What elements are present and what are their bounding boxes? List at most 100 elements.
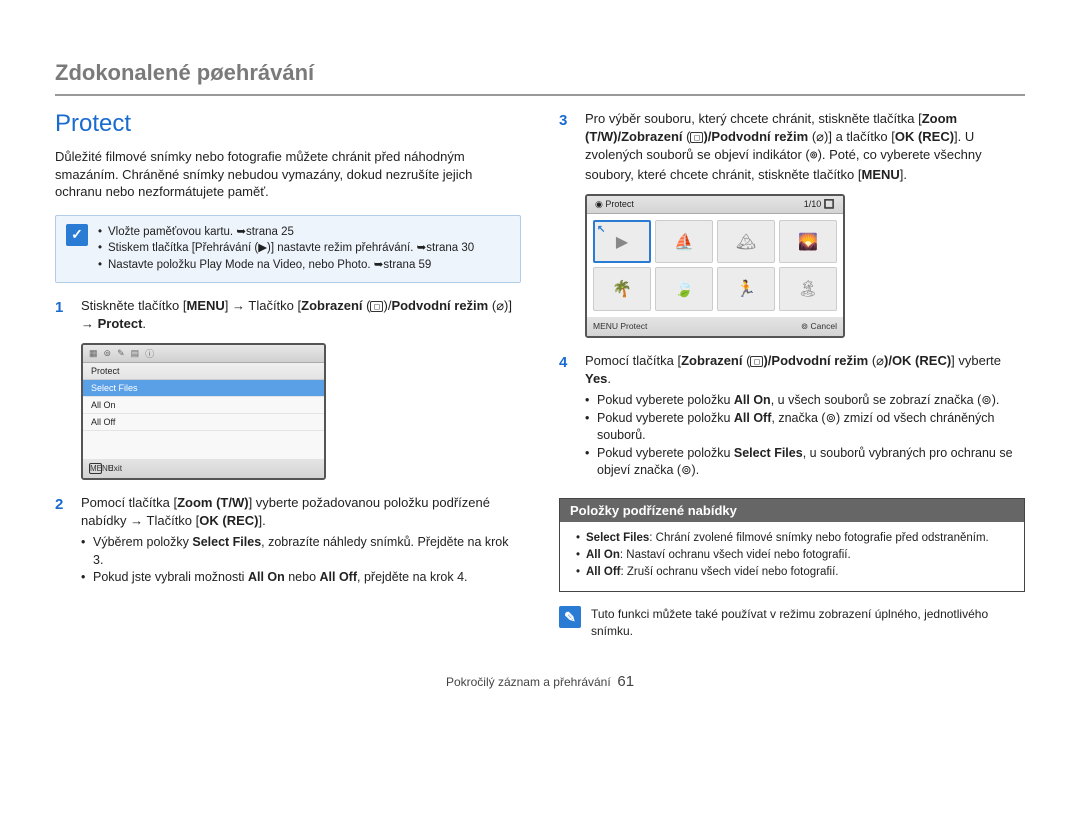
bullet: Pokud vyberete položku All Off, značka (…: [585, 410, 1025, 445]
text: ] → Tlačítko [: [225, 298, 301, 313]
text: )]: [824, 129, 832, 144]
text: .: [142, 316, 146, 331]
text: (: [363, 298, 371, 313]
callout-item: Stiskem tlačítka [Přehrávání (▶)] nastav…: [98, 240, 474, 257]
footer-text: Pokročilý záznam a přehrávání: [446, 675, 611, 689]
footer-text: Exit: [108, 463, 122, 474]
display-icon: ◻: [370, 301, 383, 312]
thumbnail[interactable]: ⛵: [655, 220, 713, 264]
tab-icon: ✎: [117, 348, 125, 359]
step-number: 3: [559, 110, 573, 184]
step-3: 3 Pro výběr souboru, který chcete chráni…: [559, 110, 1025, 184]
view-label: Zobrazení: [301, 298, 362, 313]
text: ].: [258, 513, 265, 528]
text: (: [743, 353, 751, 368]
submenu-item: All On: Nastaví ochranu všech videí nebo…: [576, 547, 1010, 564]
text: )/: [884, 353, 892, 368]
text: (: [488, 298, 496, 313]
text: ].: [900, 167, 907, 182]
option-all-on[interactable]: All On: [83, 397, 324, 414]
menu-label: MENU: [862, 167, 900, 182]
screen-title-left: ◉ Protect: [595, 199, 634, 210]
step-number: 2: [55, 494, 69, 530]
text: Pro výběr souboru, který chcete chránit,…: [585, 111, 922, 126]
ok-label: OK (REC): [892, 353, 951, 368]
submenu-box: Položky podřízené nabídky Select Files: …: [559, 498, 1025, 593]
bullet: Pokud jste vybrali možnosti All On nebo …: [81, 569, 521, 587]
submenu-title: Položky podřízené nabídky: [560, 499, 1024, 522]
note-text: Tuto funkci můžete také používat v režim…: [591, 606, 1025, 638]
left-column: Protect Důležité filmové snímky nebo fot…: [55, 110, 521, 647]
thumbnail[interactable]: ▶: [593, 220, 651, 264]
text: .: [607, 371, 611, 386]
text: Pomocí tlačítka [: [585, 353, 681, 368]
bullet: Výběrem položky Select Files, zobrazíte …: [81, 534, 521, 569]
zoom-label: Zoom (T/W): [177, 495, 248, 510]
view-label: Zobrazení: [621, 129, 682, 144]
thumbnail[interactable]: 🍃: [655, 267, 713, 311]
underwater-label: Podvodní režim: [391, 298, 488, 313]
ok-label: OK (REC): [199, 513, 258, 528]
page-footer: Pokročilý záznam a přehrávání 61: [55, 673, 1025, 690]
protect-label: Protect: [98, 316, 143, 331]
step-4: 4 Pomocí tlačítka [Zobrazení (◻)/Podvodn…: [559, 352, 1025, 388]
thumbnail[interactable]: 🌄: [779, 220, 837, 264]
underwater-icon: ⌀: [876, 353, 884, 368]
underwater-label: Podvodní režim: [711, 129, 808, 144]
view-label: Zobrazení: [681, 353, 742, 368]
thumbnail[interactable]: 🌴: [593, 267, 651, 311]
text: a tlačítko [: [832, 129, 895, 144]
prereq-callout: ✓ Vložte paměťovou kartu. ➥strana 25 Sti…: [55, 215, 521, 283]
tab-icon: ⓘ: [145, 347, 154, 360]
option-select-files[interactable]: Select Files: [83, 380, 324, 397]
page-header: Zdokonalené pøehrávání: [55, 60, 1025, 86]
thumbnail[interactable]: 🏃: [717, 267, 775, 311]
underwater-icon: ⌀: [496, 298, 504, 313]
text: Stiskněte tlačítko [: [81, 298, 187, 313]
bullet: Pokud vyberete položku All On, u všech s…: [585, 392, 1025, 410]
tab-icon: ▤: [131, 348, 140, 359]
submenu-item: Select Files: Chrání zvolené filmové sní…: [576, 530, 1010, 547]
menu-label: MENU: [187, 298, 225, 313]
text: (: [868, 353, 876, 368]
divider: [55, 94, 1025, 96]
yes-label: Yes: [585, 371, 607, 386]
submenu-item: All Off: Zruší ochranu všech videí nebo …: [576, 564, 1010, 581]
footer-protect: MENU Protect: [593, 321, 647, 332]
text: (: [683, 129, 691, 144]
step-2: 2 Pomocí tlačítka [Zoom (T/W)] vyberte p…: [55, 494, 521, 530]
text: Pomocí tlačítka [: [81, 495, 177, 510]
screen-menu-title: Protect: [83, 363, 324, 380]
page-number: 61: [617, 673, 634, 690]
underwater-label: Podvodní režim: [771, 353, 868, 368]
note: ✎ Tuto funkci můžete také používat v rež…: [559, 606, 1025, 646]
tab-icon: ▦: [89, 348, 98, 359]
screen-tabs: ▦ ⊚ ✎ ▤ ⓘ: [83, 345, 324, 363]
text: (: [808, 129, 816, 144]
bullet: Pokud vyberete položku Select Files, u s…: [585, 445, 1025, 480]
display-icon: ◻: [750, 356, 763, 367]
underwater-icon: ⌀: [816, 129, 824, 144]
callout-item: Vložte paměťovou kartu. ➥strana 25: [98, 224, 474, 241]
footer-cancel: ⊚ Cancel: [801, 321, 837, 332]
right-column: 3 Pro výběr souboru, který chcete chráni…: [559, 110, 1025, 647]
menu-icon: MENU: [89, 463, 102, 474]
thumbnail[interactable]: 🏔: [717, 220, 775, 264]
lock-icon: ⊚: [810, 148, 818, 163]
intro-text: Důležité filmové snímky nebo fotografie …: [55, 148, 521, 201]
section-title: Protect: [55, 110, 521, 138]
screen-thumbnail-grid: ◉ Protect 1/10 🔲 ▶ ⛵ 🏔 🌄 🌴 🍃 🏃 🏝 MENU Pr…: [585, 194, 845, 338]
thumbnail[interactable]: 🏝: [779, 267, 837, 311]
note-icon: ✎: [559, 606, 581, 628]
callout-item: Nastavte položku Play Mode na Video, neb…: [98, 257, 474, 274]
screen-footer: MENU Exit: [83, 459, 324, 478]
option-all-off[interactable]: All Off: [83, 414, 324, 431]
text: ] vyberte: [951, 353, 1001, 368]
step-1: 1 Stiskněte tlačítko [MENU] → Tlačítko […: [55, 297, 521, 333]
step-number: 1: [55, 297, 69, 333]
check-icon: ✓: [66, 224, 88, 246]
screen-protect-menu: ▦ ⊚ ✎ ▤ ⓘ Protect Select Files All On Al…: [81, 343, 326, 480]
ok-label: OK (REC): [895, 129, 954, 144]
tab-icon: ⊚: [104, 348, 112, 359]
display-icon: ◻: [690, 132, 703, 143]
